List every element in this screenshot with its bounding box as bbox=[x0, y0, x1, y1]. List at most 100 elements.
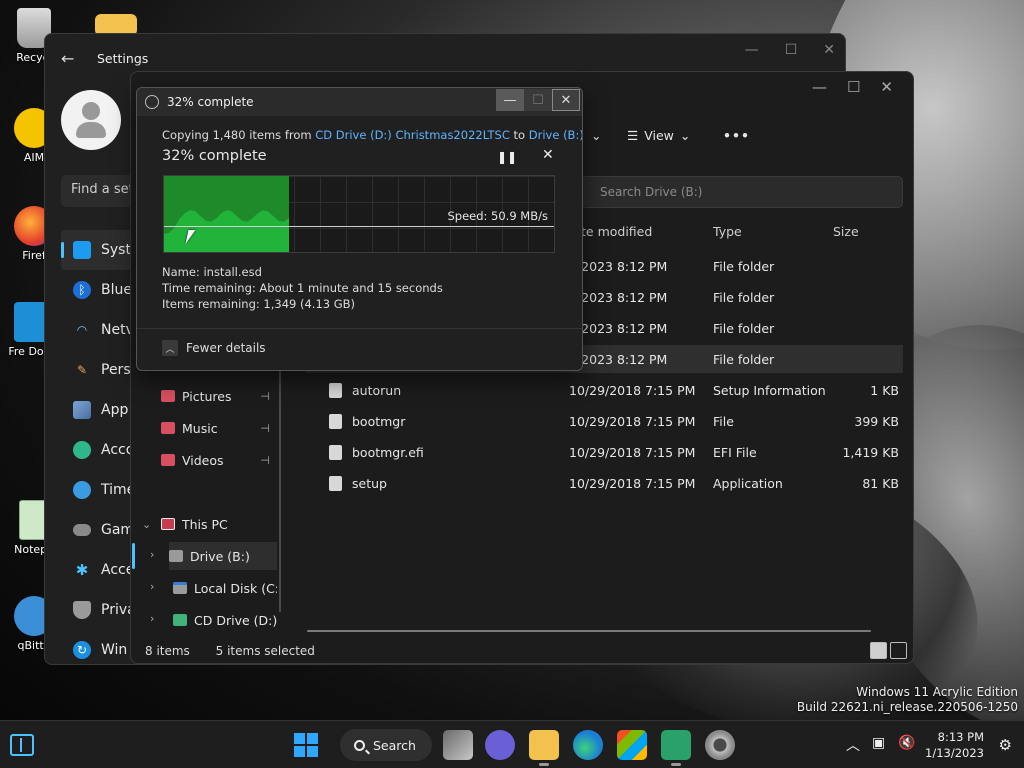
pane-splitter[interactable] bbox=[279, 367, 281, 612]
file-name: bootmgr bbox=[329, 413, 405, 429]
file-date: 10/29/2018 7:15 PM bbox=[569, 382, 696, 398]
sidebar-item-pictures[interactable]: Pictures ⊣ bbox=[161, 382, 276, 410]
time-remaining-line: Time remaining: About 1 minute and 15 se… bbox=[162, 281, 443, 295]
pause-icon[interactable]: ❚❚ bbox=[497, 150, 517, 164]
close-icon[interactable]: ✕ bbox=[552, 89, 580, 111]
file-name-text: setup bbox=[352, 475, 387, 491]
file-type: File folder bbox=[713, 320, 775, 336]
computer-icon bbox=[161, 518, 175, 530]
table-row[interactable]: bootmgr.efi 10/29/2018 7:15 PM EFI File 1,4… bbox=[305, 438, 903, 466]
column-header-size[interactable]: Size bbox=[833, 224, 859, 239]
chat-icon[interactable] bbox=[485, 730, 515, 760]
file-name: setup bbox=[329, 475, 387, 491]
sidebar-item-local-disk-c[interactable]: Local Disk (C:) bbox=[173, 574, 277, 602]
nav-label: Pers bbox=[101, 362, 131, 378]
taskbar-clock[interactable]: 8:13 PM 1/13/2023 bbox=[925, 729, 984, 761]
nav-label: Win bbox=[101, 642, 128, 658]
cancel-icon[interactable]: ✕ bbox=[542, 147, 554, 163]
column-header-type[interactable]: Type bbox=[713, 224, 742, 239]
file-icon bbox=[329, 382, 342, 398]
update-icon: ↻ bbox=[73, 641, 91, 659]
fewer-details-label: Fewer details bbox=[186, 341, 266, 355]
minimize-icon[interactable]: — bbox=[812, 78, 827, 96]
more-options-button[interactable]: ••• bbox=[723, 128, 750, 143]
destination-link[interactable]: Drive (B:) bbox=[529, 128, 582, 142]
file-date: 10/29/2018 7:15 PM bbox=[569, 444, 696, 460]
notification-icon[interactable]: ⚙ bbox=[999, 736, 1012, 754]
task-view-icon[interactable] bbox=[443, 730, 473, 760]
close-icon[interactable]: ✕ bbox=[880, 78, 893, 96]
tiles-view-icon[interactable] bbox=[890, 642, 907, 659]
sidebar-item-music[interactable]: Music ⊣ bbox=[161, 414, 276, 442]
close-icon[interactable]: ✕ bbox=[823, 42, 835, 58]
minimize-icon[interactable]: — bbox=[496, 89, 524, 111]
account-icon bbox=[73, 441, 91, 459]
explorer-search-input[interactable]: Search Drive (B:) bbox=[581, 176, 903, 208]
copy-progress-dialog: 32% complete — ☐ ✕ Copying 1,480 items f… bbox=[136, 87, 583, 371]
avatar-head bbox=[82, 102, 100, 120]
start-button[interactable] bbox=[294, 733, 318, 757]
sort-dropdown-chevron[interactable]: ⌄ bbox=[591, 128, 601, 143]
volume-muted-icon[interactable]: 🔇 bbox=[898, 735, 915, 751]
dialog-title: 32% complete bbox=[167, 95, 254, 109]
maximize-icon[interactable]: ☐ bbox=[785, 42, 798, 58]
table-row[interactable]: bootmgr 10/29/2018 7:15 PM File 399 KB bbox=[305, 407, 903, 435]
sidebar-item-this-pc[interactable]: This PC bbox=[161, 510, 276, 538]
nav-label: Syst bbox=[101, 242, 131, 258]
nav-label: Netv bbox=[101, 322, 134, 338]
speed-readout: Speed: 50.9 MB/s bbox=[447, 209, 548, 223]
chevron-up-icon[interactable]: ︿ bbox=[846, 735, 860, 755]
network-icon[interactable]: ▣ bbox=[872, 735, 885, 751]
file-size: 1 KB bbox=[870, 382, 899, 398]
file-name: autorun bbox=[329, 382, 402, 398]
file-name: bootmgr.efi bbox=[329, 444, 424, 460]
minimize-icon[interactable]: — bbox=[745, 42, 759, 58]
file-size: 1,419 KB bbox=[842, 444, 899, 460]
back-arrow-icon[interactable]: ← bbox=[61, 49, 81, 68]
view-toggle bbox=[870, 642, 907, 659]
monitor-icon bbox=[73, 241, 91, 259]
start-tile bbox=[294, 733, 305, 744]
source-link[interactable]: CD Drive (D:) Christmas2022LTSC bbox=[315, 128, 510, 142]
store-icon[interactable] bbox=[617, 730, 647, 760]
horizontal-scrollbar[interactable] bbox=[307, 630, 871, 632]
column-header-date[interactable]: te modified bbox=[581, 224, 652, 239]
chevron-down-icon[interactable]: ⌄ bbox=[142, 518, 151, 531]
widgets-icon[interactable] bbox=[10, 734, 34, 756]
file-date: 10/29/2018 7:15 PM bbox=[569, 413, 696, 429]
settings-gear-icon[interactable] bbox=[705, 730, 735, 760]
table-row[interactable]: setup 10/29/2018 7:15 PM Application 81 KB bbox=[305, 469, 903, 497]
taskbar-search-button[interactable]: Search bbox=[340, 729, 432, 761]
details-view-icon[interactable] bbox=[870, 642, 887, 659]
nav-label: App bbox=[101, 402, 129, 418]
file-type: File folder bbox=[713, 289, 775, 305]
table-row[interactable]: autorun 10/29/2018 7:15 PM Setup Informati… bbox=[305, 376, 903, 404]
file-type: File folder bbox=[713, 258, 775, 274]
view-label: View bbox=[644, 128, 674, 143]
user-avatar[interactable] bbox=[61, 90, 121, 150]
edge-icon[interactable] bbox=[573, 730, 603, 760]
chevron-right-icon[interactable]: › bbox=[150, 548, 154, 561]
chevron-right-icon[interactable]: › bbox=[150, 612, 154, 625]
file-explorer-icon[interactable] bbox=[529, 730, 559, 766]
maximize-icon[interactable]: ☐ bbox=[847, 78, 860, 96]
shield-icon bbox=[73, 601, 91, 619]
file-date: 3/2023 8:12 PM bbox=[569, 351, 668, 367]
view-button[interactable]: ☰ View ⌄ bbox=[627, 128, 690, 143]
file-name-text: autorun bbox=[352, 382, 402, 398]
chevron-right-icon[interactable]: › bbox=[150, 580, 154, 593]
sidebar-label: Music bbox=[182, 420, 218, 436]
sidebar-item-videos[interactable]: Videos ⊣ bbox=[161, 446, 276, 474]
sidebar-item-cd-drive-d[interactable]: CD Drive (D:) C bbox=[173, 606, 277, 634]
copy-progress-app-icon[interactable] bbox=[661, 730, 691, 766]
file-icon bbox=[329, 413, 342, 429]
file-icon bbox=[329, 475, 342, 491]
accessibility-icon: ✱ bbox=[75, 561, 89, 579]
fewer-details-button[interactable]: ︿ Fewer details bbox=[162, 340, 266, 356]
dialog-window-controls: — ☐ ✕ bbox=[496, 89, 580, 111]
avatar-body bbox=[76, 122, 106, 138]
file-size: 399 KB bbox=[854, 413, 899, 429]
sidebar-item-drive-b[interactable]: Drive (B:) bbox=[169, 542, 277, 570]
maximize-icon[interactable]: ☐ bbox=[524, 89, 552, 111]
file-type: Application bbox=[713, 475, 783, 491]
